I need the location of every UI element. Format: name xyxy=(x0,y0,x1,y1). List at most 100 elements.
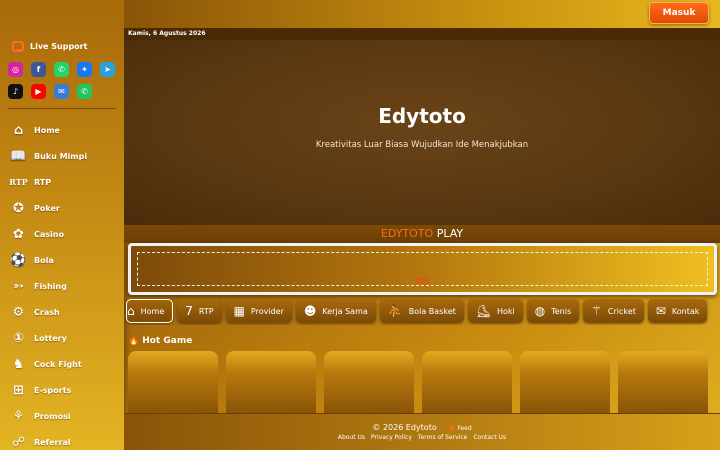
book-icon: 📖 xyxy=(10,148,27,164)
footer-links: About Us Privacy Policy Terms of Service Co… xyxy=(124,434,720,441)
game-card[interactable] xyxy=(520,351,610,413)
tennis-icon: ◍ xyxy=(534,304,546,318)
sidebar-item-referral[interactable]: ☍ Referral xyxy=(0,429,124,450)
game-card[interactable] xyxy=(128,351,218,413)
top-bar: Masuk xyxy=(124,0,720,28)
partner-icon: ☻ xyxy=(303,304,317,318)
tiktok-icon[interactable]: ♪ xyxy=(8,84,23,99)
tab-label: Hoki xyxy=(496,306,515,316)
tab-label: Cricket xyxy=(607,306,636,316)
casino-icon: ✿ xyxy=(13,226,24,242)
tab-kerja-sama[interactable]: ☻ Kerja Sama xyxy=(295,299,376,323)
sidebar-menu: ⌂ Home 📖 Buku Mimpi RTP RTP ✪ Poker ✿ Casino ⚽ Bola… xyxy=(0,117,124,450)
footer-brand: Edytoto xyxy=(405,423,437,432)
sidebar-item-rtp[interactable]: RTP RTP xyxy=(0,169,124,195)
footer-link[interactable]: Contact Us xyxy=(473,434,506,441)
hero-title: Edytoto xyxy=(378,104,466,128)
login-button[interactable]: Masuk xyxy=(649,2,709,24)
category-tabs: ⌂ Home 7 RTP ▦ Provider ☻ Kerja Sama ⛹ Bola Baske… xyxy=(124,299,720,325)
footer-copyright: © 2026 Edytoto ◉ Feed xyxy=(124,423,720,432)
sidebar-item-label: Casino xyxy=(34,229,64,239)
sidebar-item-buku-mimpi[interactable]: 📖 Buku Mimpi xyxy=(0,143,124,169)
play-word: PLAY xyxy=(436,227,464,240)
email-icon[interactable]: ✉ xyxy=(54,84,69,99)
hot-game-list xyxy=(128,351,720,413)
messenger-icon[interactable]: ✦ xyxy=(77,62,92,77)
sidebar-item-cock-fight[interactable]: ♞ Cock Fight xyxy=(0,351,124,377)
tab-rtp[interactable]: 7 RTP xyxy=(177,299,222,323)
sidebar-item-label: RTP xyxy=(34,177,52,187)
provider-icon: ▦ xyxy=(233,304,245,318)
sidebar-item-fishing[interactable]: ➳ Fishing xyxy=(0,273,124,299)
chat-icon xyxy=(12,41,24,52)
social-links-row: ♪ ▶ ✉ ✆ xyxy=(8,84,92,99)
tab-provider[interactable]: ▦ Provider xyxy=(225,299,292,323)
home-icon: ⌂ xyxy=(13,122,24,138)
tab-bola-basket[interactable]: ⛹ Bola Basket xyxy=(379,299,464,323)
tab-home[interactable]: ⌂ Home xyxy=(126,299,174,323)
game-card[interactable] xyxy=(618,351,708,413)
sidebar-item-crash[interactable]: ⚙ Crash xyxy=(0,299,124,325)
fish-icon: ➳ xyxy=(13,278,24,294)
sidebar-item-label: Poker xyxy=(34,203,60,213)
sidebar-item-label: Fishing xyxy=(34,281,67,291)
sidebar-item-label: Promosi xyxy=(34,411,71,421)
play-heading: EDYTOTO PLAY xyxy=(124,225,720,243)
promo-icon: ⚘ xyxy=(12,408,25,424)
instagram-icon[interactable]: ◎ xyxy=(8,62,23,77)
cricket-icon: ⚚ xyxy=(591,304,602,318)
tab-tenis[interactable]: ◍ Tenis xyxy=(526,299,580,323)
soccer-shoe-icon: ⚽ xyxy=(10,252,27,268)
referral-icon: ☍ xyxy=(11,434,26,450)
game-card[interactable] xyxy=(422,351,512,413)
rooster-icon: ♞ xyxy=(12,356,25,372)
whatsapp-icon[interactable]: ✆ xyxy=(54,62,69,77)
tab-label: Bola Basket xyxy=(408,306,456,316)
sidebar-item-lottery[interactable]: ① Lottery xyxy=(0,325,124,351)
poker-chip-icon: ✪ xyxy=(13,200,24,216)
feed-link[interactable]: ◉ Feed xyxy=(449,424,472,432)
hero-subtitle: Kreativitas Luar Biasa Wujudkan Ide Mena… xyxy=(315,140,529,150)
game-card[interactable] xyxy=(324,351,414,413)
sidebar-item-label: Crash xyxy=(34,307,60,317)
sidebar-item-e-sports[interactable]: ⊞ E-sports xyxy=(0,377,124,403)
sidebar-item-promosi[interactable]: ⚘ Promosi xyxy=(0,403,124,429)
sidebar-item-label: Cock Fight xyxy=(34,359,82,369)
game-card[interactable] xyxy=(226,351,316,413)
mail-icon: ✉ xyxy=(655,304,666,318)
hockey-icon: ⛸ xyxy=(475,304,491,318)
lottery-icon: ① xyxy=(12,330,24,346)
home-icon: ⌂ xyxy=(127,304,135,318)
rss-icon: ◉ xyxy=(449,424,456,432)
currency-label: IDR xyxy=(415,277,430,286)
live-support-link[interactable]: Live Support xyxy=(12,41,87,52)
footer-link[interactable]: Terms of Service xyxy=(418,434,467,441)
facebook-icon[interactable]: f xyxy=(31,62,46,77)
tab-label: Tenis xyxy=(551,306,572,316)
tab-label: Kerja Sama xyxy=(322,306,368,316)
sidebar-item-label: Home xyxy=(34,125,60,135)
sidebar-item-bola[interactable]: ⚽ Bola xyxy=(0,247,124,273)
fire-icon: 🔥 xyxy=(128,336,140,346)
hot-game-label: Hot Game xyxy=(142,336,193,346)
youtube-icon[interactable]: ▶ xyxy=(31,84,46,99)
hero-banner: Edytoto Kreativitas Luar Biasa Wujudkan … xyxy=(124,40,720,225)
sidebar-divider xyxy=(8,108,116,109)
footer-link[interactable]: About Us xyxy=(338,434,365,441)
footer: © 2026 Edytoto ◉ Feed About Us Privacy Po… xyxy=(124,413,720,450)
current-date: Kamis, 6 Agustus 2026 xyxy=(124,28,720,40)
tab-cricket[interactable]: ⚚ Cricket xyxy=(583,299,644,323)
feed-label: Feed xyxy=(457,425,472,432)
sidebar-item-poker[interactable]: ✪ Poker xyxy=(0,195,124,221)
tab-hoki[interactable]: ⛸ Hoki xyxy=(467,299,523,323)
telegram-icon[interactable]: ➤ xyxy=(100,62,115,77)
sidebar-item-home[interactable]: ⌂ Home xyxy=(0,117,124,143)
sidebar-item-casino[interactable]: ✿ Casino xyxy=(0,221,124,247)
phone-icon[interactable]: ✆ xyxy=(77,84,92,99)
tab-kontak[interactable]: ✉ Kontak xyxy=(647,299,708,323)
copyright-text: © 2026 xyxy=(372,423,404,432)
footer-link[interactable]: Privacy Policy xyxy=(371,434,412,441)
rtp-icon: RTP xyxy=(9,177,28,187)
basketball-icon: ⛹ xyxy=(387,304,403,318)
social-links-row: ◎ f ✆ ✦ ➤ xyxy=(8,62,115,77)
